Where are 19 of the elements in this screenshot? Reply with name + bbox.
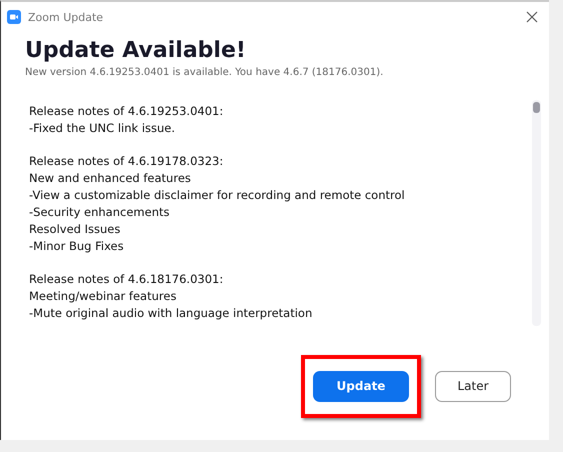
- release-note-line: Release notes of 4.6.19178.0323:: [29, 153, 224, 170]
- release-note-line: -Security enhancements: [29, 204, 170, 221]
- release-note-line: Release notes of 4.6.19253.0401:: [29, 103, 224, 120]
- release-note-line: Meeting/webinar features: [29, 288, 178, 305]
- release-note-line: -Minor Bug Fixes: [29, 238, 125, 255]
- close-icon[interactable]: [526, 11, 538, 23]
- heading: Update Available!: [25, 38, 247, 63]
- update-button[interactable]: Update: [313, 370, 409, 402]
- version-info: New version 4.6.19253.0401 is available. You have 4.6.7 (18176.0301).: [25, 67, 384, 78]
- release-note-line: New and enhanced features: [29, 170, 192, 187]
- release-note-line: Resolved Issues: [29, 221, 122, 238]
- window-title: Zoom Update: [28, 10, 104, 24]
- release-note-line: -View a customizable disclaimer for recording and remote control: [29, 187, 406, 204]
- later-button[interactable]: Later: [435, 370, 511, 402]
- camera-icon: [7, 10, 21, 24]
- release-note-line: Release notes of 4.6.18176.0301:: [29, 271, 224, 288]
- scrollbar-thumb[interactable]: [533, 102, 540, 113]
- release-note-line: -Fixed the UNC link issue.: [29, 120, 176, 137]
- release-note-line: -Mute original audio with language interpretation: [29, 305, 314, 322]
